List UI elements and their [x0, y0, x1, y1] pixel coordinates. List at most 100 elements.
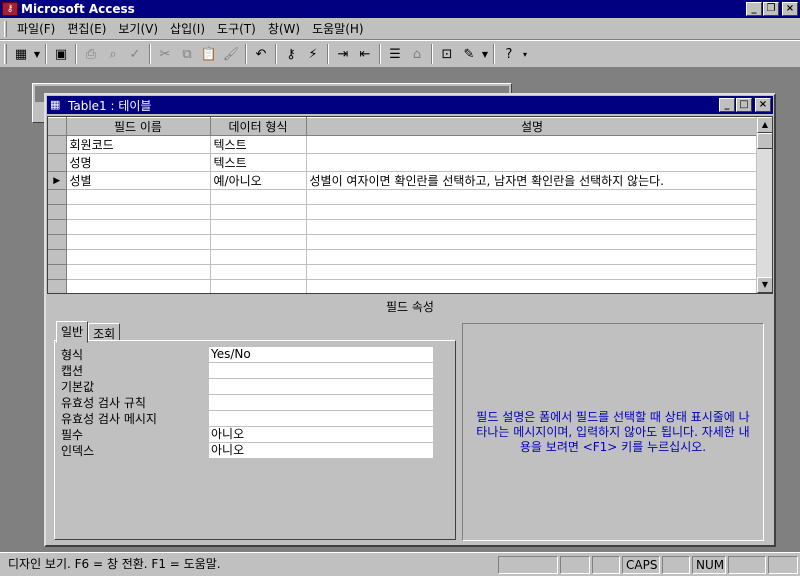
- menu-bar: 파일(F) 편집(E) 보기(V) 삽입(I) 도구(T) 창(W) 도움말(H…: [0, 18, 800, 40]
- prop-row-validation-text: 유효성 검사 메시지: [61, 411, 441, 426]
- copy-icon[interactable]: ⧉: [176, 43, 198, 65]
- new-object-dropdown-icon[interactable]: ▼: [480, 43, 490, 65]
- prop-row-validation-rule: 유효성 검사 규칙: [61, 395, 441, 410]
- office-assistant-icon[interactable]: ?: [498, 43, 520, 65]
- num-indicator: NUM: [692, 555, 726, 574]
- prop-caption-field[interactable]: [209, 363, 433, 378]
- general-tab-panel: 형식 Yes/No 캡션 기본값 유효성 검사 규칙 유효성 검사 메시지 필수…: [54, 340, 456, 540]
- properties-icon[interactable]: ☰: [384, 43, 406, 65]
- menu-window[interactable]: 창(W): [262, 20, 306, 37]
- grid-vertical-scrollbar[interactable]: ▲ ▼: [756, 117, 772, 293]
- menu-file[interactable]: 파일(F): [11, 20, 61, 37]
- save-icon[interactable]: ▣: [50, 43, 72, 65]
- header-data-type[interactable]: 데이터 형식: [210, 117, 307, 136]
- undo-icon[interactable]: ↶: [250, 43, 272, 65]
- caps-indicator: CAPS: [622, 555, 660, 574]
- restore-button[interactable]: ❐: [763, 2, 779, 16]
- table-row[interactable]: [48, 234, 759, 250]
- prop-validation-rule-field[interactable]: [209, 395, 433, 410]
- field-name-cell[interactable]: 성별: [66, 171, 211, 190]
- menu-help[interactable]: 도움말(H): [306, 20, 370, 37]
- field-name-cell[interactable]: 회원코드: [66, 135, 211, 154]
- toolbar: ▦ ▼ ▣ ⎙ ⌕ ✓ ✂ ⧉ 📋 🖌 ↶ ⚷ ⚡ ⇥ ⇤ ☰ ⌂ ⊡ ✎ ▼ …: [0, 40, 800, 68]
- view-dropdown-icon[interactable]: ▼: [32, 43, 42, 65]
- row-selector[interactable]: [48, 135, 67, 154]
- delete-rows-icon[interactable]: ⇤: [354, 43, 376, 65]
- print-icon[interactable]: ⎙: [80, 43, 102, 65]
- table-row[interactable]: [48, 204, 759, 220]
- build-icon[interactable]: ⚡: [302, 43, 324, 65]
- prop-default-field[interactable]: [209, 379, 433, 394]
- table-row[interactable]: ▶ 성별 예/아니오 성별이 여자이면 확인란를 선택하고, 남자면 확인란을 …: [48, 171, 759, 190]
- grid-header-row: 필드 이름 데이터 형식 설명: [48, 117, 759, 136]
- table-row[interactable]: [48, 219, 759, 235]
- close-button[interactable]: ×: [782, 2, 798, 16]
- menu-edit[interactable]: 편집(E): [61, 20, 112, 37]
- scroll-down-icon[interactable]: ▼: [757, 277, 772, 293]
- toolbar-options-icon[interactable]: ▾: [520, 43, 530, 65]
- primary-key-icon[interactable]: ⚷: [280, 43, 302, 65]
- row-selector[interactable]: [48, 153, 67, 172]
- prop-label: 형식: [61, 348, 84, 362]
- table-row[interactable]: [48, 249, 759, 265]
- table-icon: ▦: [50, 98, 61, 111]
- prop-required-field[interactable]: 아니오: [209, 427, 433, 442]
- mdi-workspace: ▦ Table1 : 테이블 _ □ × 필드 이름 데이터 형식 설명 회원코…: [0, 69, 800, 550]
- field-grid: 필드 이름 데이터 형식 설명 회원코드 텍스트 성명 텍스트 ▶ 성별 예/아…: [47, 116, 773, 294]
- table-minimize-button[interactable]: _: [719, 98, 735, 112]
- prop-row-indexed: 인덱스 아니오: [61, 443, 441, 458]
- menu-tools[interactable]: 도구(T): [211, 20, 262, 37]
- field-properties-header: 필드 속성: [386, 300, 434, 314]
- table-row[interactable]: 회원코드 텍스트: [48, 135, 759, 154]
- menu-view[interactable]: 보기(V): [112, 20, 164, 37]
- prop-row-caption: 캡션: [61, 363, 441, 378]
- description-cell[interactable]: 성별이 여자이면 확인란를 선택하고, 남자면 확인란을 선택하지 않는다.: [306, 171, 759, 190]
- tab-general[interactable]: 일반: [56, 321, 89, 343]
- prop-indexed-field[interactable]: 아니오: [209, 443, 433, 458]
- menu-grip[interactable]: [4, 20, 7, 37]
- table-maximize-button[interactable]: □: [736, 98, 752, 112]
- menu-insert[interactable]: 삽입(I): [164, 20, 211, 37]
- prop-row-required: 필수 아니오: [61, 427, 441, 442]
- paste-icon[interactable]: 📋: [198, 43, 220, 65]
- prop-label: 유효성 검사 메시지: [61, 412, 157, 426]
- view-icon[interactable]: ▦: [10, 43, 32, 65]
- prop-label: 기본값: [61, 380, 95, 394]
- access-key-icon[interactable]: ⚷: [2, 2, 18, 16]
- prop-validation-text-field[interactable]: [209, 411, 433, 426]
- scroll-up-icon[interactable]: ▲: [757, 117, 772, 133]
- table-row[interactable]: [48, 279, 759, 293]
- field-name-cell[interactable]: 성명: [66, 153, 211, 172]
- cut-icon[interactable]: ✂: [154, 43, 176, 65]
- database-window-icon[interactable]: ⊡: [436, 43, 458, 65]
- data-type-cell[interactable]: 예/아니오: [210, 171, 307, 190]
- description-cell[interactable]: [306, 153, 759, 172]
- status-panel-empty: [498, 555, 558, 574]
- current-row-arrow-icon[interactable]: ▶: [48, 171, 67, 190]
- scroll-thumb[interactable]: [757, 133, 772, 149]
- table-row[interactable]: [48, 264, 759, 280]
- print-preview-icon[interactable]: ⌕: [102, 43, 124, 65]
- new-object-icon[interactable]: ✎: [458, 43, 480, 65]
- insert-rows-icon[interactable]: ⇥: [332, 43, 354, 65]
- header-field-name[interactable]: 필드 이름: [66, 117, 211, 136]
- table-row[interactable]: [48, 189, 759, 205]
- data-type-cell[interactable]: 텍스트: [210, 153, 307, 172]
- table-row[interactable]: 성명 텍스트: [48, 153, 759, 172]
- format-painter-icon[interactable]: 🖌: [220, 43, 242, 65]
- prop-format-field[interactable]: Yes/No: [209, 347, 433, 362]
- toolbar-grip[interactable]: [4, 44, 7, 64]
- table-window-title-bar: ▦ Table1 : 테이블 _ □ ×: [47, 96, 773, 114]
- minimize-button[interactable]: _: [746, 2, 762, 16]
- status-panel-empty: [560, 555, 590, 574]
- spelling-icon[interactable]: ✓: [124, 43, 146, 65]
- header-description[interactable]: 설명: [306, 117, 759, 136]
- table-close-button[interactable]: ×: [755, 98, 771, 112]
- status-panel-empty: [662, 555, 690, 574]
- build-wizard-icon[interactable]: ⌂: [406, 43, 428, 65]
- tab-lookup[interactable]: 조회: [88, 323, 121, 341]
- description-cell[interactable]: [306, 135, 759, 154]
- data-type-cell[interactable]: 텍스트: [210, 135, 307, 154]
- access-app: ⚷ Microsoft Access _ ❐ × 파일(F) 편집(E) 보기(…: [0, 0, 800, 576]
- table-design-window: ▦ Table1 : 테이블 _ □ × 필드 이름 데이터 형식 설명 회원코…: [44, 93, 776, 547]
